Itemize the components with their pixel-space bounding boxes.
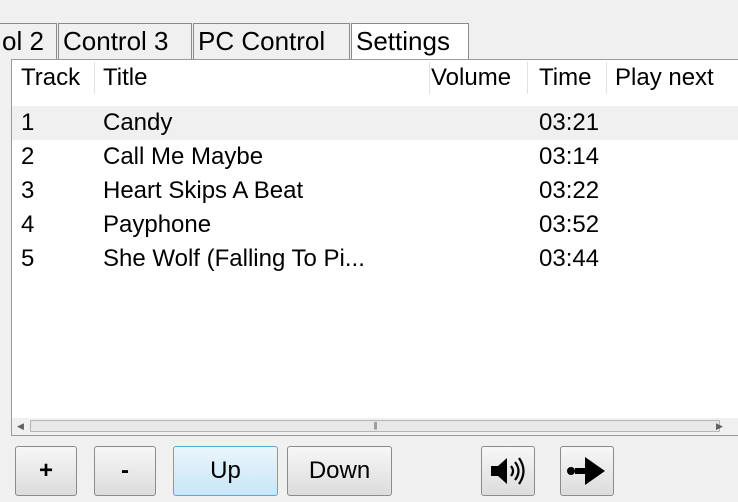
track-title: Payphone	[103, 211, 212, 238]
track-number: 1	[21, 109, 35, 136]
track-number: 5	[21, 245, 35, 272]
track-title: Call Me Maybe	[103, 143, 264, 170]
table-row[interactable]: 2 Call Me Maybe 03:14	[12, 140, 738, 174]
table-row[interactable]: 3 Heart Skips A Beat 03:22	[12, 174, 738, 208]
scrollbar-thumb[interactable]: |||	[30, 420, 720, 432]
tab-settings[interactable]: Settings	[351, 23, 469, 59]
scroll-left-arrow-icon[interactable]: ◀	[12, 418, 29, 435]
track-time: 03:14	[539, 143, 600, 170]
table-row[interactable]: 5 She Wolf (Falling To Pi... 03:44	[12, 242, 738, 276]
track-title: Heart Skips A Beat	[103, 177, 304, 204]
volume-button[interactable]	[481, 446, 535, 496]
move-down-button[interactable]: Down	[287, 446, 392, 496]
table-row[interactable]: 4 Payphone 03:52	[12, 208, 738, 242]
play-next-icon	[567, 457, 605, 485]
track-time: 03:52	[539, 211, 600, 238]
track-number: 3	[21, 177, 35, 204]
column-header-track[interactable]: Track	[21, 60, 80, 96]
track-title: Candy	[103, 109, 173, 136]
remove-track-button[interactable]: -	[94, 446, 156, 496]
track-title: She Wolf (Falling To Pi...	[103, 245, 365, 272]
move-up-button[interactable]: Up	[173, 446, 278, 496]
speaker-icon	[491, 457, 525, 485]
playlist-table[interactable]: Track Title Volume Time Play next 1 Cand…	[11, 59, 738, 436]
table-row[interactable]: 1 Candy 03:21	[12, 106, 738, 140]
track-number: 4	[21, 211, 35, 238]
table-header: Track Title Volume Time Play next	[12, 60, 738, 96]
scroll-right-arrow-icon[interactable]: ▶	[711, 418, 728, 435]
column-header-title[interactable]: Title	[103, 60, 147, 96]
track-number: 2	[21, 143, 35, 170]
track-time: 03:22	[539, 177, 600, 204]
horizontal-scrollbar[interactable]: ◀ ||| ▶	[12, 418, 738, 435]
tab-control-3[interactable]: Control 3	[58, 23, 192, 59]
track-time: 03:44	[539, 245, 600, 272]
play-next-button[interactable]	[560, 446, 614, 496]
column-header-play-next[interactable]: Play next	[615, 60, 714, 96]
grip-icon: |||	[373, 421, 377, 430]
column-header-volume[interactable]: Volume	[431, 60, 511, 96]
tab-pc-control[interactable]: PC Control	[193, 23, 350, 59]
add-track-button[interactable]: +	[15, 446, 77, 496]
column-header-time[interactable]: Time	[539, 60, 591, 96]
track-time: 03:21	[539, 109, 600, 136]
tab-control-2[interactable]: ol 2	[0, 23, 57, 59]
